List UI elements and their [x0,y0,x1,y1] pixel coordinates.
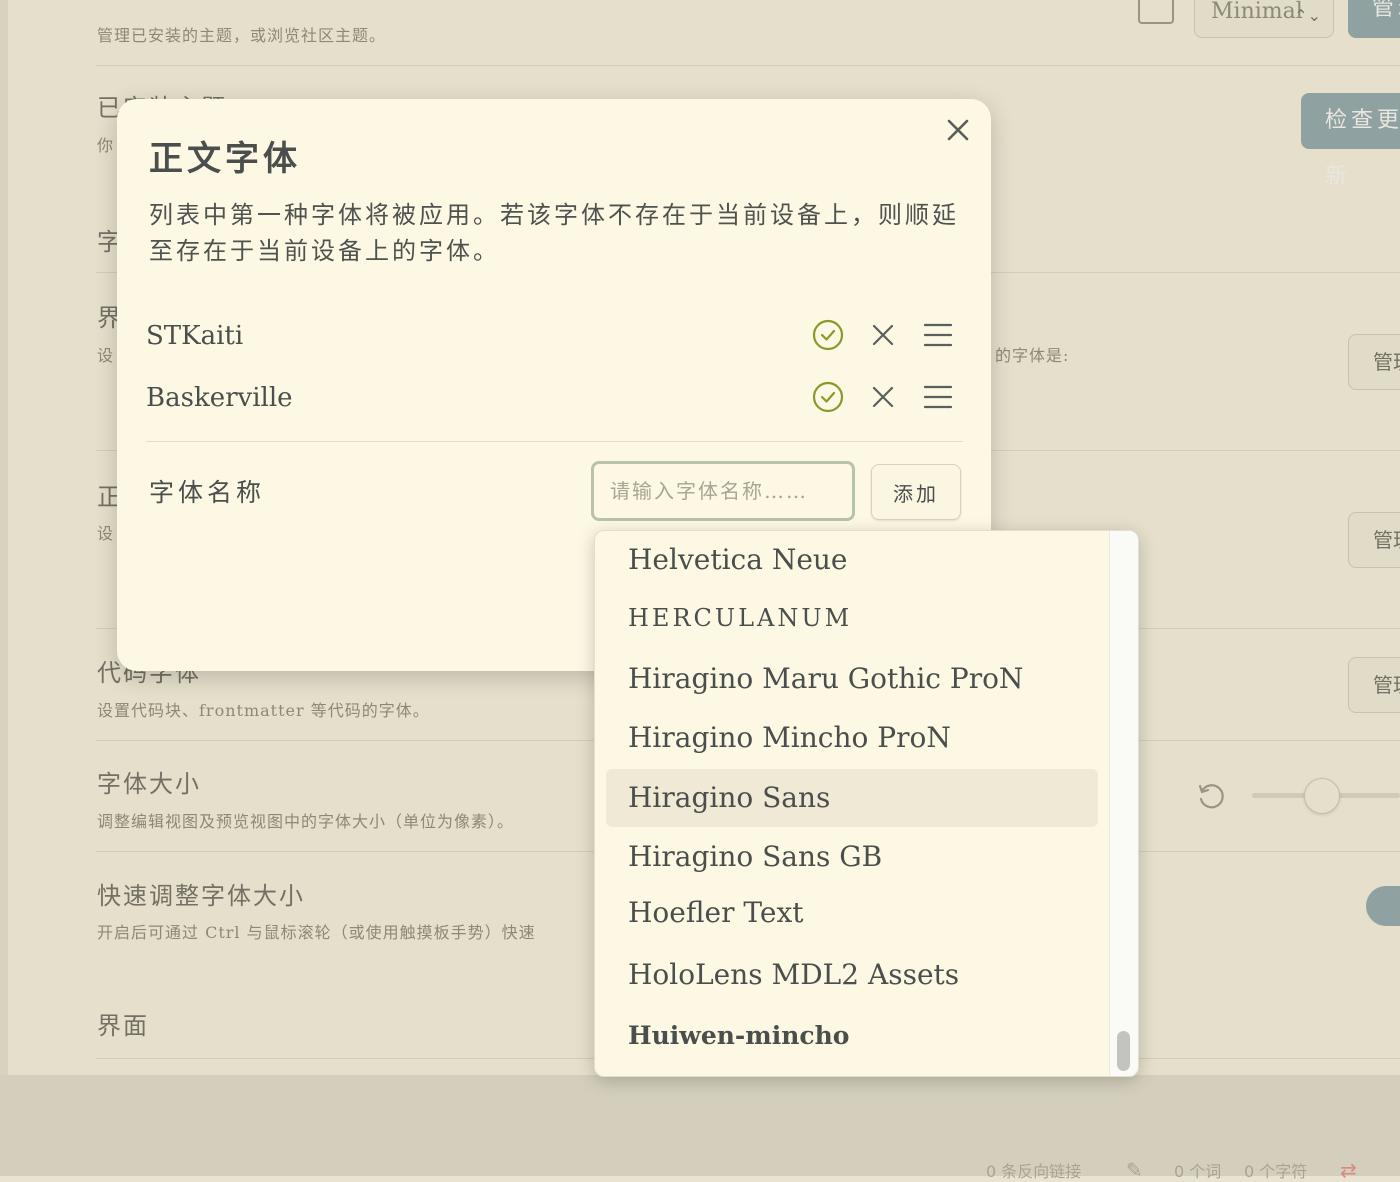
check-update-button[interactable]: 检查更新 [1301,93,1400,189]
ui-font-manage-button[interactable]: 管理 [1348,334,1400,390]
font-list-item: Baskerville [146,373,966,423]
divider [96,65,1400,66]
quick-size-title: 快速调整字体大小 [97,882,305,910]
char-count: 0 个字符 [1244,1162,1308,1181]
ui-font-hint: 的字体是: [995,346,1070,365]
check-circle-icon [812,381,844,413]
chevron-updown-icon: ⌃⌄ [1294,6,1321,25]
suggestion-item[interactable]: HoloLens MDL2 Assets [606,946,1098,1004]
backlinks-count: 0 条反向链接 [986,1162,1082,1181]
code-font-manage-button[interactable]: 管理 [1348,657,1400,713]
suggestion-item[interactable]: Huiwen-mincho [606,1007,1098,1065]
dropdown-scrollbar[interactable] [1109,531,1138,1076]
font-suggestion-dropdown: Helvetica Neue HERCULANUM Hiragino Maru … [594,530,1139,1077]
font-name-input[interactable] [591,461,855,521]
theme-select[interactable]: Minimal ⌃⌄ [1194,0,1334,38]
font-name-label: 字体名称 [149,478,266,507]
interface-title: 界面 [97,1012,149,1040]
dropdown-scrollbar-thumb[interactable] [1117,1031,1130,1071]
suggestion-item[interactable]: Hiragino Sans GB [606,828,1098,886]
remove-icon[interactable] [865,317,901,353]
word-count: 0 个词 [1174,1162,1222,1181]
modal-title: 正文字体 [149,139,301,179]
code-font-desc: 设置代码块、frontmatter 等代码的字体。 [97,701,430,720]
left-rail [0,0,8,1075]
quick-size-toggle[interactable] [1366,886,1400,926]
check-circle-icon [812,319,844,351]
quick-size-desc: 开启后可通过 Ctrl 与鼠标滚轮（或使用触摸板手势）快速 [97,923,536,942]
sync-error-icon[interactable]: ⇄ [1340,1158,1357,1182]
suggestion-item[interactable]: Hoefler Text [606,884,1098,942]
close-icon[interactable] [943,115,973,145]
modal-description: 列表中第一种字体将被应用。若该字体不存在于当前设备上，则顺延至存在于当前设备上的… [149,201,959,265]
theme-description: 管理已安装的主题，或浏览社区主题。 [97,26,387,45]
ui-font-desc: 设 [97,346,115,365]
edit-icon[interactable]: ✎ [1126,1158,1143,1182]
body-font-manage-button[interactable]: 管理 [1348,512,1400,568]
modal-divider [146,441,963,442]
font-name: Baskerville [146,383,293,413]
theme-select-value: Minimal [1211,0,1303,24]
suggestion-item[interactable]: Helvetica Neue [606,531,1098,589]
font-name: STKaiti [146,321,244,351]
remove-icon[interactable] [865,379,901,415]
suggestion-item[interactable]: Hiragino Maru Gothic ProN [606,650,1098,708]
reset-icon[interactable] [1196,782,1226,812]
suggestion-item[interactable]: Hiragino Mincho ProN [606,709,1098,767]
drag-handle-icon[interactable] [920,317,956,353]
add-button[interactable]: 添加 [871,464,961,520]
folder-icon[interactable] [1138,0,1174,24]
drag-handle-icon[interactable] [920,379,956,415]
font-list-item: STKaiti [146,311,966,361]
font-size-slider-thumb[interactable] [1304,778,1340,814]
installed-theme-desc: 你 [97,136,115,155]
suggestion-item-selected[interactable]: Hiragino Sans [606,769,1098,827]
font-size-title: 字体大小 [97,770,201,798]
suggestion-item[interactable]: HERCULANUM [606,589,1098,647]
theme-manage-button[interactable]: 管理 [1348,0,1400,38]
body-font-desc: 设 [97,524,115,543]
font-size-desc: 调整编辑视图及预览视图中的字体大小（单位为像素）。 [97,812,515,831]
